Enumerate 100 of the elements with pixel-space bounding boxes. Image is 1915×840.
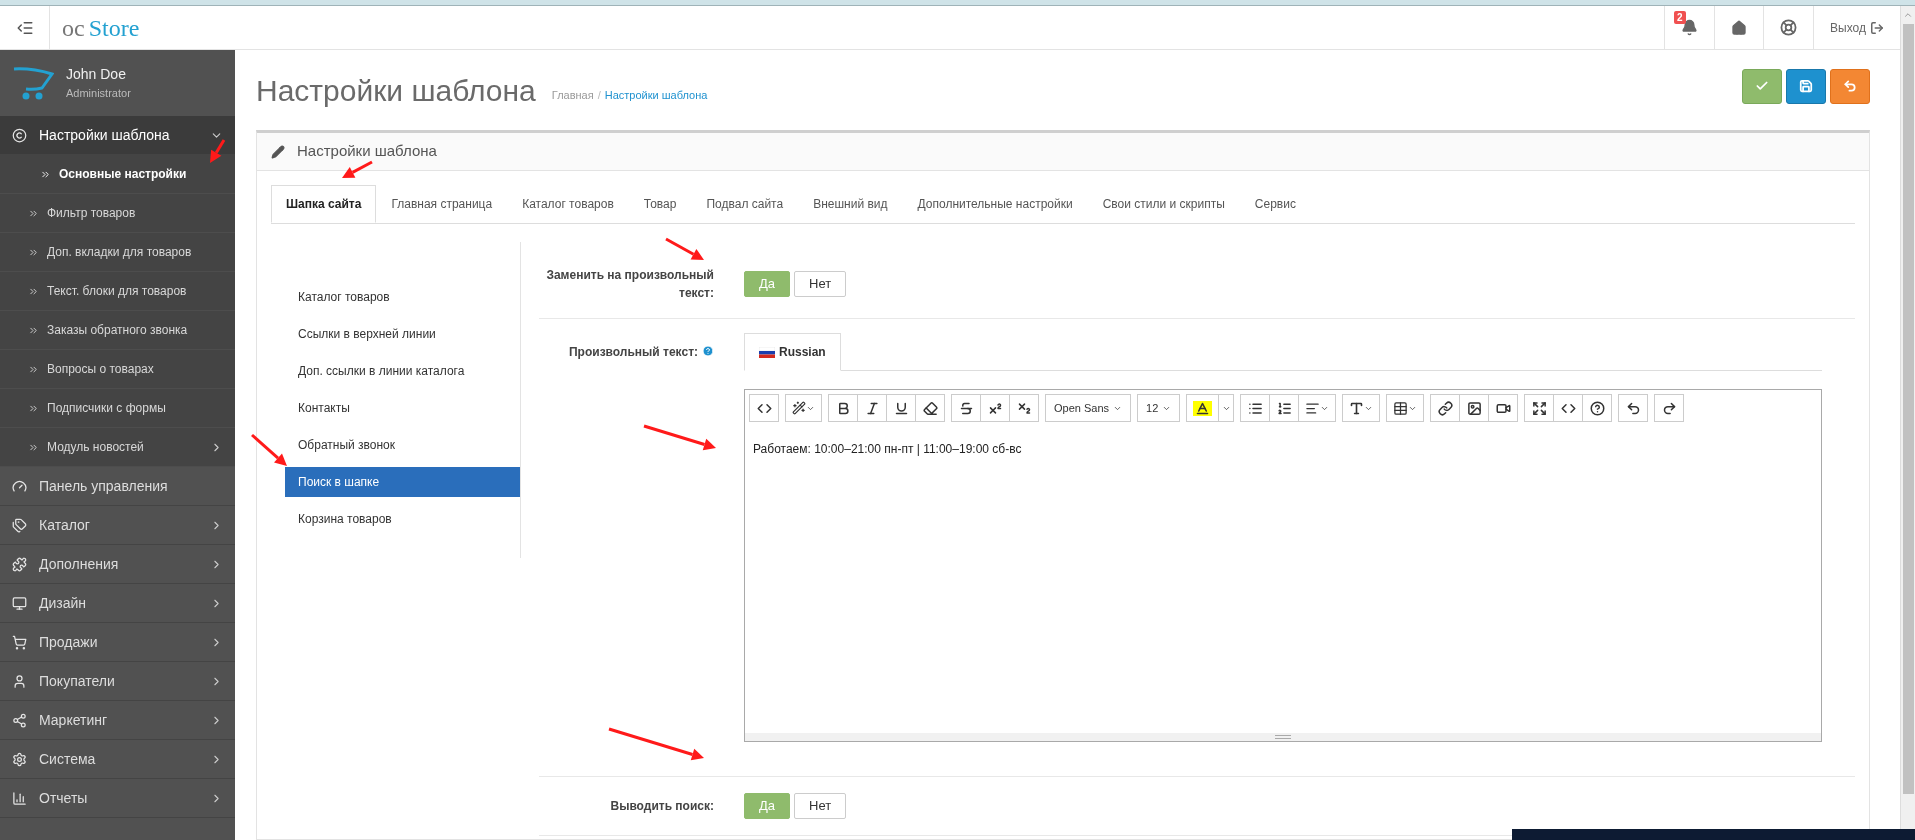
section-tab[interactable]: Ссылки в верхней линии [285, 319, 520, 349]
help-button[interactable] [1582, 394, 1613, 422]
cart-logo-icon [12, 66, 54, 100]
italic-icon [864, 400, 880, 416]
section-tab[interactable]: Обратный звонок [285, 430, 520, 460]
undo-button[interactable] [1618, 394, 1649, 422]
settings-tab[interactable]: Главная страница [376, 185, 508, 223]
section-tab[interactable]: Поиск в шапке [285, 467, 520, 497]
superscript-icon [987, 400, 1003, 416]
settings-tab[interactable]: Каталог товаров [507, 185, 629, 223]
bold-button[interactable] [828, 394, 858, 422]
numbered-list-button[interactable] [1269, 394, 1300, 422]
language-tab[interactable]: Russian [744, 333, 841, 371]
apply-button[interactable] [1742, 68, 1782, 104]
text-height-icon [1349, 400, 1365, 416]
lifebuoy-icon [1780, 19, 1798, 36]
annotation-arrow [251, 433, 287, 466]
image-icon [1466, 400, 1482, 416]
settings-tab[interactable]: Подвал сайта [691, 185, 799, 223]
code-view-button[interactable] [749, 394, 779, 422]
settings-tab[interactable]: Свои стили и скрипты [1087, 185, 1240, 223]
settings-tab[interactable]: Дополнительные настройки [902, 185, 1088, 223]
color-dropdown[interactable] [1218, 394, 1235, 422]
link-icon [1437, 400, 1453, 416]
checkmark-icon [1755, 79, 1769, 93]
bullet-list-icon [1247, 400, 1263, 416]
scrollbar[interactable] [1900, 6, 1915, 829]
font-family-dropdown[interactable]: Open Sans [1045, 394, 1132, 422]
submenu-item[interactable]: Подписчики с формы [0, 389, 235, 428]
submenu-item[interactable]: Фильтр товаров [0, 194, 235, 233]
font-size-dropdown[interactable]: 12 [1137, 394, 1181, 422]
page-title: Настройки шаблона [256, 72, 536, 109]
table-icon [1393, 400, 1409, 416]
submenu-item[interactable]: Вопросы о товарах [0, 350, 235, 389]
clear-format-button[interactable] [915, 394, 945, 422]
sidebar-menu-item[interactable]: Настройки шаблона [0, 116, 235, 155]
subscript-button[interactable] [1009, 394, 1039, 422]
home-icon [1731, 19, 1748, 36]
save-button[interactable] [1786, 68, 1826, 104]
code-view-button[interactable] [1553, 394, 1584, 422]
editor-text: Работаем: 10:00–21:00 пн-пт | 11:00–19:00 сб-вс [753, 442, 1022, 456]
back-button[interactable] [1830, 68, 1870, 104]
link-button[interactable] [1430, 394, 1461, 422]
italic-button[interactable] [857, 394, 887, 422]
flag-icon [759, 346, 775, 358]
settings-tab[interactable]: Товар [628, 185, 692, 223]
breadcrumb-link[interactable]: Настройки шаблона [604, 86, 708, 104]
logout-icon [1870, 20, 1884, 35]
redo-button[interactable] [1654, 394, 1685, 422]
submenu-item[interactable]: Заказы обратного звонка [0, 311, 235, 350]
menu-item-icon [12, 127, 27, 143]
store-logo[interactable]: oc Store [50, 9, 152, 46]
strikethrough-button[interactable] [951, 394, 981, 422]
breadcrumb-separator: / [597, 87, 601, 103]
underline-button[interactable] [886, 394, 916, 422]
user-role: Administrator [66, 86, 131, 102]
field-label: Выводить поиск: [609, 798, 714, 815]
field-label: Заменить на произвольный текст: [545, 267, 714, 302]
image-button[interactable] [1459, 394, 1490, 422]
panel-title: Настройки шаблона [297, 141, 437, 162]
submenu-item[interactable]: Доп. вкладки для товаров [0, 233, 235, 272]
submenu-item[interactable]: Текст. блоки для товаров [0, 272, 235, 311]
style-dropdown[interactable] [785, 394, 822, 422]
section-tab[interactable]: Корзина товаров [285, 504, 520, 534]
strikethrough-icon [958, 400, 974, 416]
settings-tab[interactable]: Сервис [1239, 185, 1311, 223]
help-icon [1589, 400, 1605, 416]
settings-tab[interactable]: Внешний вид [798, 185, 903, 223]
bell-icon [1681, 19, 1699, 36]
section-tab[interactable]: Каталог товаров [285, 282, 520, 312]
menu-item-icon [12, 517, 27, 533]
underline-icon [893, 400, 909, 416]
fullscreen-icon [1531, 400, 1547, 416]
submenu-item[interactable]: Основные настройки [0, 155, 235, 194]
section-tab[interactable]: Доп. ссылки в линии каталога [285, 356, 520, 386]
pencil-icon [271, 144, 285, 159]
redo-icon [1661, 400, 1677, 416]
settings-tab[interactable]: Шапка сайта [271, 185, 377, 223]
numbered-list-icon [1276, 400, 1292, 416]
fullscreen-button[interactable] [1524, 394, 1555, 422]
table-dropdown[interactable] [1386, 394, 1425, 422]
superscript-button[interactable] [980, 394, 1010, 422]
text-color-button[interactable] [1186, 394, 1220, 422]
annotation-arrow [210, 139, 226, 163]
toggle-option[interactable]: Нет [794, 793, 847, 819]
align-left-icon [1305, 400, 1321, 416]
toggle-option[interactable]: Нет [794, 271, 847, 297]
bullet-list-button[interactable] [1240, 394, 1271, 422]
line-height-dropdown[interactable] [1342, 394, 1381, 422]
menu-item-icon [12, 790, 27, 806]
submenu-item[interactable]: Модуль новостей [0, 428, 235, 467]
section-tab[interactable]: Контакты [285, 393, 520, 423]
resize-handle[interactable] [745, 733, 1821, 741]
menu-item-icon [12, 634, 27, 650]
video-button[interactable] [1488, 394, 1519, 422]
notifications-button[interactable]: 2 [1664, 6, 1715, 49]
align-dropdown[interactable] [1298, 394, 1337, 422]
scrollbar-thumb[interactable] [1902, 24, 1914, 794]
return-arrow-icon [1843, 79, 1857, 93]
menu-item-icon [12, 751, 27, 767]
